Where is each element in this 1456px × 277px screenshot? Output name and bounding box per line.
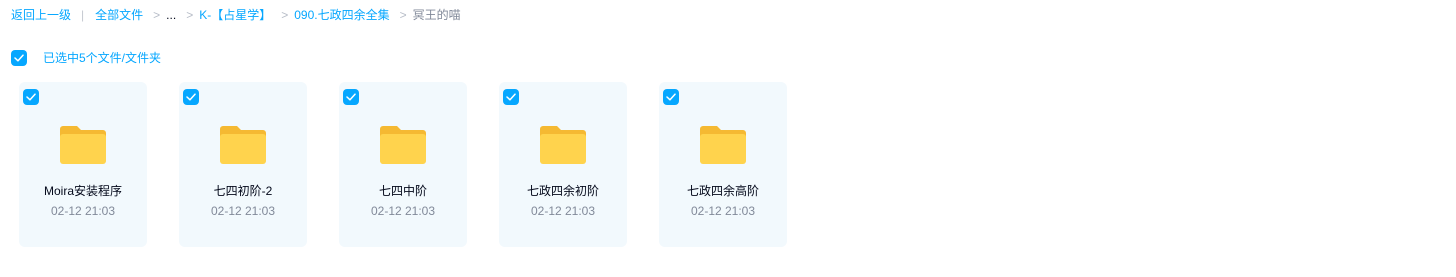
file-grid: Moira安装程序 02-12 21:03 七四初阶-2 02-12 21:03: [19, 82, 819, 247]
breadcrumb-current: 冥王的喵: [412, 8, 461, 22]
folder-card[interactable]: 七四初阶-2 02-12 21:03: [179, 82, 307, 247]
check-icon: [506, 93, 516, 101]
file-date: 02-12 21:03: [690, 204, 756, 218]
folder-icon: [220, 126, 266, 164]
breadcrumb-separator: >: [153, 8, 161, 22]
file-date: 02-12 21:03: [50, 204, 116, 218]
item-checkbox[interactable]: [503, 89, 519, 105]
selection-bar: 已选中5个文件/文件夹: [11, 49, 161, 66]
breadcrumb-ellipsis[interactable]: ...: [166, 7, 176, 23]
check-icon: [14, 53, 24, 62]
item-checkbox[interactable]: [23, 89, 39, 105]
breadcrumb: 返回上一级 | 全部文件 > ... > K-【占星学】 > 090.七政四余全…: [11, 7, 461, 23]
file-name: 七政四余高阶: [686, 184, 759, 198]
breadcrumb-separator: >: [186, 8, 194, 22]
selection-count-text: 已选中5个文件/文件夹: [43, 51, 162, 65]
item-checkbox[interactable]: [663, 89, 679, 105]
file-name: Moira安装程序: [43, 184, 122, 198]
file-date: 02-12 21:03: [530, 204, 596, 218]
select-all-checkbox[interactable]: [11, 49, 27, 66]
check-icon: [346, 93, 356, 101]
breadcrumb-separator: >: [399, 8, 407, 22]
file-name: 七政四余初阶: [526, 184, 599, 198]
breadcrumb-level1-link[interactable]: K-【占星学】: [199, 7, 271, 23]
file-date: 02-12 21:03: [210, 204, 276, 218]
folder-card[interactable]: Moira安装程序 02-12 21:03: [19, 82, 147, 247]
breadcrumb-all-files-link[interactable]: 全部文件: [95, 7, 143, 23]
breadcrumb-separator: >: [281, 8, 289, 22]
folder-card[interactable]: 七四中阶 02-12 21:03: [339, 82, 467, 247]
file-browser: 返回上一级 | 全部文件 > ... > K-【占星学】 > 090.七政四余全…: [0, 0, 1456, 277]
breadcrumb-back-link[interactable]: 返回上一级: [11, 7, 71, 23]
folder-icon: [540, 126, 586, 164]
breadcrumb-divider: |: [81, 8, 85, 22]
folder-icon: [60, 126, 106, 164]
item-checkbox[interactable]: [343, 89, 359, 105]
folder-card[interactable]: 七政四余高阶 02-12 21:03: [659, 82, 787, 247]
check-icon: [26, 93, 36, 101]
check-icon: [666, 93, 676, 101]
check-icon: [186, 93, 196, 101]
file-date: 02-12 21:03: [370, 204, 436, 218]
breadcrumb-level2-link[interactable]: 090.七政四余全集: [294, 7, 389, 23]
folder-icon: [700, 126, 746, 164]
folder-icon: [380, 126, 426, 164]
file-name: 七四初阶-2: [213, 184, 273, 198]
folder-card[interactable]: 七政四余初阶 02-12 21:03: [499, 82, 627, 247]
file-name: 七四中阶: [378, 184, 427, 198]
item-checkbox[interactable]: [183, 89, 199, 105]
